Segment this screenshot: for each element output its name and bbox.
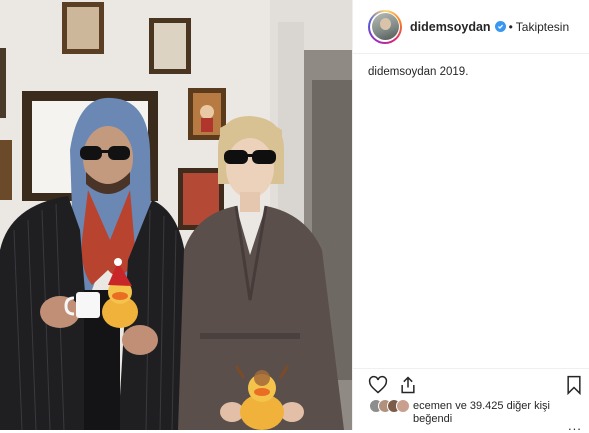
post-sidebar: didemsoydan • Takiptesin didemsoydan 201… xyxy=(352,0,589,433)
caption: didemsoydan 2019. xyxy=(353,54,589,90)
follow-status-button[interactable]: Takiptesin xyxy=(516,20,569,34)
likes-count-link[interactable]: 39.425 diğer kişi xyxy=(470,400,550,412)
share-icon[interactable] xyxy=(398,375,418,400)
post-header: didemsoydan • Takiptesin xyxy=(353,0,589,54)
caption-text: 2019. xyxy=(439,66,469,78)
caption-username[interactable]: didemsoydan xyxy=(368,66,436,78)
more-options-icon[interactable]: ... xyxy=(568,418,582,433)
post-photo[interactable] xyxy=(0,0,352,430)
likes-verb: beğendi xyxy=(413,413,453,425)
avatar-image xyxy=(371,13,399,40)
first-liker-link[interactable]: ecemen xyxy=(413,400,452,412)
separator-dot: • xyxy=(508,19,513,34)
likes-joiner: ve xyxy=(455,400,467,412)
verified-badge-icon xyxy=(494,21,506,32)
story-ring[interactable] xyxy=(368,9,402,44)
action-bar xyxy=(353,368,589,402)
avatar xyxy=(370,11,400,42)
photo-illustration xyxy=(0,0,352,430)
bookmark-icon[interactable] xyxy=(565,375,583,400)
liker-avatars[interactable] xyxy=(369,399,410,413)
liker-avatar xyxy=(396,399,410,413)
likes-line: ecemen ve 39.425 diğer kişi xyxy=(413,400,550,412)
heart-icon[interactable] xyxy=(368,375,388,400)
username-link[interactable]: didemsoydan xyxy=(410,20,491,34)
